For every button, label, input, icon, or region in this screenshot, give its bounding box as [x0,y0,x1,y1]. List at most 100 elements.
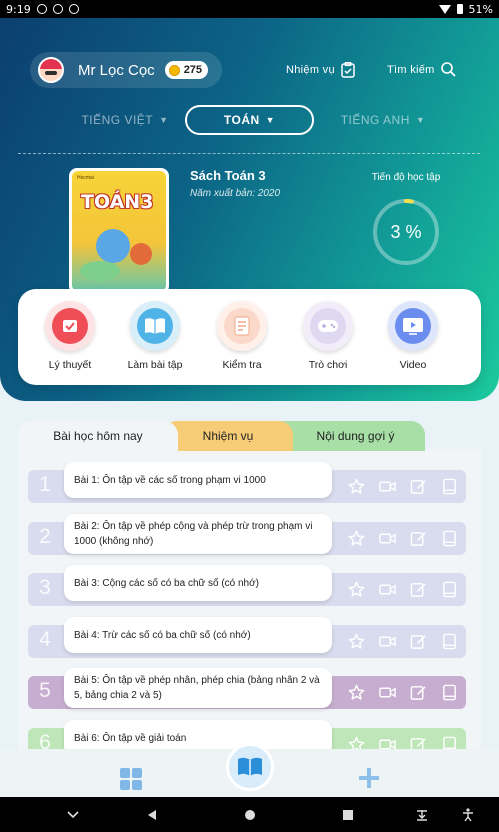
tab-label: Nội dung gợi ý [316,429,395,443]
library-button[interactable] [226,743,274,791]
book-cover[interactable]: Hocmai TOÁN3 [69,168,169,294]
star-icon[interactable] [348,633,365,650]
book-year: Năm xuất bản: 2020 [190,188,281,199]
feature-label: Video [399,359,427,371]
subject-selector: TIẾNG VIỆT ▼ TOÁN ▼ TIẾNG ANH ▼ [0,105,499,135]
lesson-title[interactable]: Bài 2: Ôn tập về phép cộng và phép trừ t… [64,514,332,554]
lesson-title[interactable]: Bài 6: Ôn tập về giải toán [64,720,332,749]
cover-illustration [80,261,120,281]
accessibility-icon[interactable] [458,797,478,832]
feature-label: Làm bài tập [127,359,183,371]
feature-video[interactable]: Video [371,301,455,371]
edit-icon[interactable] [410,530,427,547]
download-icon[interactable] [412,797,432,832]
plus-icon[interactable] [358,767,380,789]
open-book-icon [238,757,262,776]
star-icon[interactable] [348,530,365,547]
book-icon[interactable] [441,530,458,547]
tab-suggested-content[interactable]: Nội dung gợi ý [270,421,425,451]
missions-button[interactable]: Nhiệm vụ [286,62,355,78]
star-icon[interactable] [348,684,365,701]
username: Mr Lọc Cọc [78,61,155,79]
lesson-title[interactable]: Bài 3: Cộng các số có ba chữ số (có nhớ) [64,565,332,601]
divider [18,153,480,154]
feature-test[interactable]: Kiểm tra [200,301,284,371]
video-camera-icon[interactable] [379,633,396,650]
feature-exercise[interactable]: Làm bài tập [113,301,197,371]
star-icon[interactable] [348,736,365,749]
bottom-nav [0,743,499,797]
book-icon[interactable] [441,736,458,749]
edit-icon[interactable] [410,736,427,749]
battery-icon [456,4,463,14]
cover-title: TOÁN3 [81,191,154,213]
system-nav-bar [0,797,499,832]
gamepad-icon [310,308,346,344]
book-icon[interactable] [441,478,458,495]
tab-missions[interactable]: Nhiệm vụ [163,421,293,451]
edit-icon[interactable] [410,478,427,495]
feature-theory[interactable]: Lý thuyết [28,301,112,371]
edit-icon[interactable] [410,684,427,701]
video-camera-icon[interactable] [379,684,396,701]
lesson-title[interactable]: Bài 5: Ôn tập về phép nhân, phép chia (b… [64,668,332,708]
book-icon[interactable] [441,633,458,650]
star-icon[interactable] [348,478,365,495]
subject-toan[interactable]: TOÁN ▼ [185,105,314,135]
coin-icon [168,64,180,76]
clock: 9:19 [6,2,31,16]
star-icon[interactable] [348,581,365,598]
lesson-actions [348,478,458,495]
grid-menu-icon[interactable] [120,768,142,790]
feature-game[interactable]: Trò chơi [286,301,370,371]
edit-icon[interactable] [410,581,427,598]
subject-label: TIẾNG VIỆT [81,113,154,127]
caret-down-icon: ▼ [265,115,276,125]
lesson-actions [348,736,458,749]
missions-label: Nhiệm vụ [286,64,335,76]
lesson-number: 2 [39,525,51,548]
status-bar: 9:19 51% [0,0,499,18]
feature-label: Lý thuyết [48,359,92,371]
chevron-down-icon[interactable] [62,797,84,832]
tab-today-lessons[interactable]: Bài học hôm nay [18,421,178,451]
subject-tieng-anh[interactable]: TIẾNG ANH ▼ [338,105,428,135]
lesson-number: 5 [39,679,51,702]
feature-menu: Lý thuyết Làm bài tập Kiểm tra Trò chơi [18,289,481,385]
lesson-row[interactable]: 4 Bài 4: Trừ các số có ba chữ số (có nhớ) [28,617,466,658]
book-title: Sách Toán 3 [190,168,266,183]
lesson-actions [348,581,458,598]
book-icon[interactable] [441,581,458,598]
avatar[interactable] [38,57,64,83]
video-camera-icon[interactable] [379,581,396,598]
caret-down-icon: ▼ [159,115,169,125]
lesson-actions [348,684,458,701]
edit-icon[interactable] [410,633,427,650]
search-icon [440,62,456,77]
subject-tieng-viet[interactable]: TIẾNG VIỆT ▼ [80,105,170,135]
search-button[interactable]: Tìm kiếm [387,62,456,77]
recents-icon[interactable] [338,797,358,832]
video-camera-icon[interactable] [379,478,396,495]
user-profile-pill[interactable]: Mr Lọc Cọc 275 [30,52,222,88]
notification-icon [52,4,63,14]
notification-icon [36,4,47,14]
test-paper-icon [224,308,260,344]
lesson-title[interactable]: Bài 1: Ôn tập về các số trong phạm vi 10… [64,462,332,498]
lesson-actions [348,530,458,547]
book-icon[interactable] [441,684,458,701]
coin-count: 275 [183,64,203,76]
progress-value: 3 % [390,222,422,242]
wifi-icon [438,4,451,14]
back-icon[interactable] [142,797,162,832]
home-icon[interactable] [240,797,260,832]
lesson-title[interactable]: Bài 4: Trừ các số có ba chữ số (có nhớ) [64,617,332,653]
video-camera-icon[interactable] [379,736,396,749]
lesson-row[interactable]: 5 Bài 5: Ôn tập về phép nhân, phép chia (… [28,668,466,709]
lesson-row[interactable]: 2 Bài 2: Ôn tập về phép cộng và phép trừ … [28,514,466,555]
lesson-row[interactable]: 3 Bài 3: Cộng các số có ba chữ số (có nhớ… [28,565,466,606]
lesson-row[interactable]: 1 Bài 1: Ôn tập về các số trong phạm vi 1… [28,462,466,503]
video-camera-icon[interactable] [379,530,396,547]
battery-level: 51% [468,2,493,16]
subject-label: TOÁN [223,113,260,127]
